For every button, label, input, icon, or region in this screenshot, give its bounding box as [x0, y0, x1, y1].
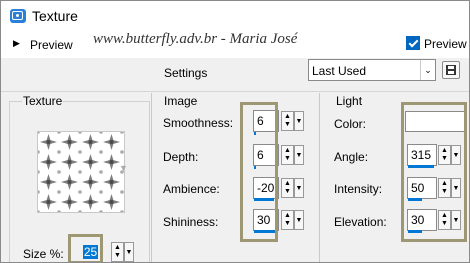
ambience-spinner[interactable]: ▲ ▼	[281, 178, 294, 198]
smoothness-spinner[interactable]: ▲ ▼	[281, 111, 294, 131]
shininess-spinner[interactable]: ▲ ▼	[281, 210, 294, 230]
size-spinner[interactable]: ▲ ▼	[111, 242, 124, 262]
watermark-text: www.butterfly.adv.br - Maria José	[93, 31, 298, 47]
size-dropdown[interactable]: ▼	[124, 242, 134, 262]
divider	[319, 93, 320, 262]
elevation-label: Elevation:	[334, 215, 387, 229]
preview-toggle[interactable]: Preview	[30, 38, 73, 52]
texture-pattern	[38, 132, 124, 212]
settings-label: Settings	[164, 66, 208, 80]
angle-label: Angle:	[334, 150, 369, 164]
ambience-label: Ambience:	[163, 182, 220, 196]
depth-label: Depth:	[163, 150, 199, 164]
texture-preview[interactable]	[37, 131, 125, 213]
smoothness-label: Smoothness:	[163, 116, 234, 130]
color-label: Color:	[334, 117, 367, 131]
save-preset-button[interactable]	[442, 61, 460, 79]
size-highlight	[68, 234, 103, 262]
intensity-label: Intensity:	[334, 182, 383, 196]
size-label: Size %:	[23, 247, 64, 261]
shininess-dropdown[interactable]: ▼	[294, 210, 304, 230]
depth-dropdown[interactable]: ▼	[294, 145, 304, 165]
shininess-label: Shininess:	[163, 215, 219, 229]
expand-arrow-icon[interactable]: ▶	[13, 38, 20, 49]
texture-dialog: Texture ▶ Preview www.butterfly.adv.br -…	[0, 0, 470, 263]
preview-on-image-label[interactable]: Preview o	[424, 37, 469, 51]
divider	[1, 91, 469, 92]
image-icon	[10, 9, 26, 23]
image-group-title: Image	[163, 94, 199, 108]
window-title: Texture	[32, 8, 78, 24]
title-bar: Texture	[1, 1, 469, 32]
settings-value: Last Used	[312, 64, 367, 78]
settings-dropdown[interactable]: Last Used ⌄	[308, 59, 436, 81]
save-icon	[446, 65, 456, 75]
ambience-dropdown[interactable]: ▼	[294, 178, 304, 198]
image-values-highlight	[240, 102, 278, 242]
depth-spinner[interactable]: ▲ ▼	[281, 145, 294, 165]
texture-group-title: Texture	[22, 94, 64, 108]
smoothness-dropdown[interactable]: ▼	[294, 111, 304, 131]
preview-on-image-checkbox[interactable]	[406, 36, 420, 50]
divider	[151, 93, 152, 262]
texture-dropdown-arrow-icon[interactable]: ▼	[119, 163, 128, 173]
chevron-down-icon[interactable]: ⌄	[420, 60, 435, 80]
light-values-highlight	[401, 102, 467, 242]
light-group-title: Light	[335, 94, 364, 108]
